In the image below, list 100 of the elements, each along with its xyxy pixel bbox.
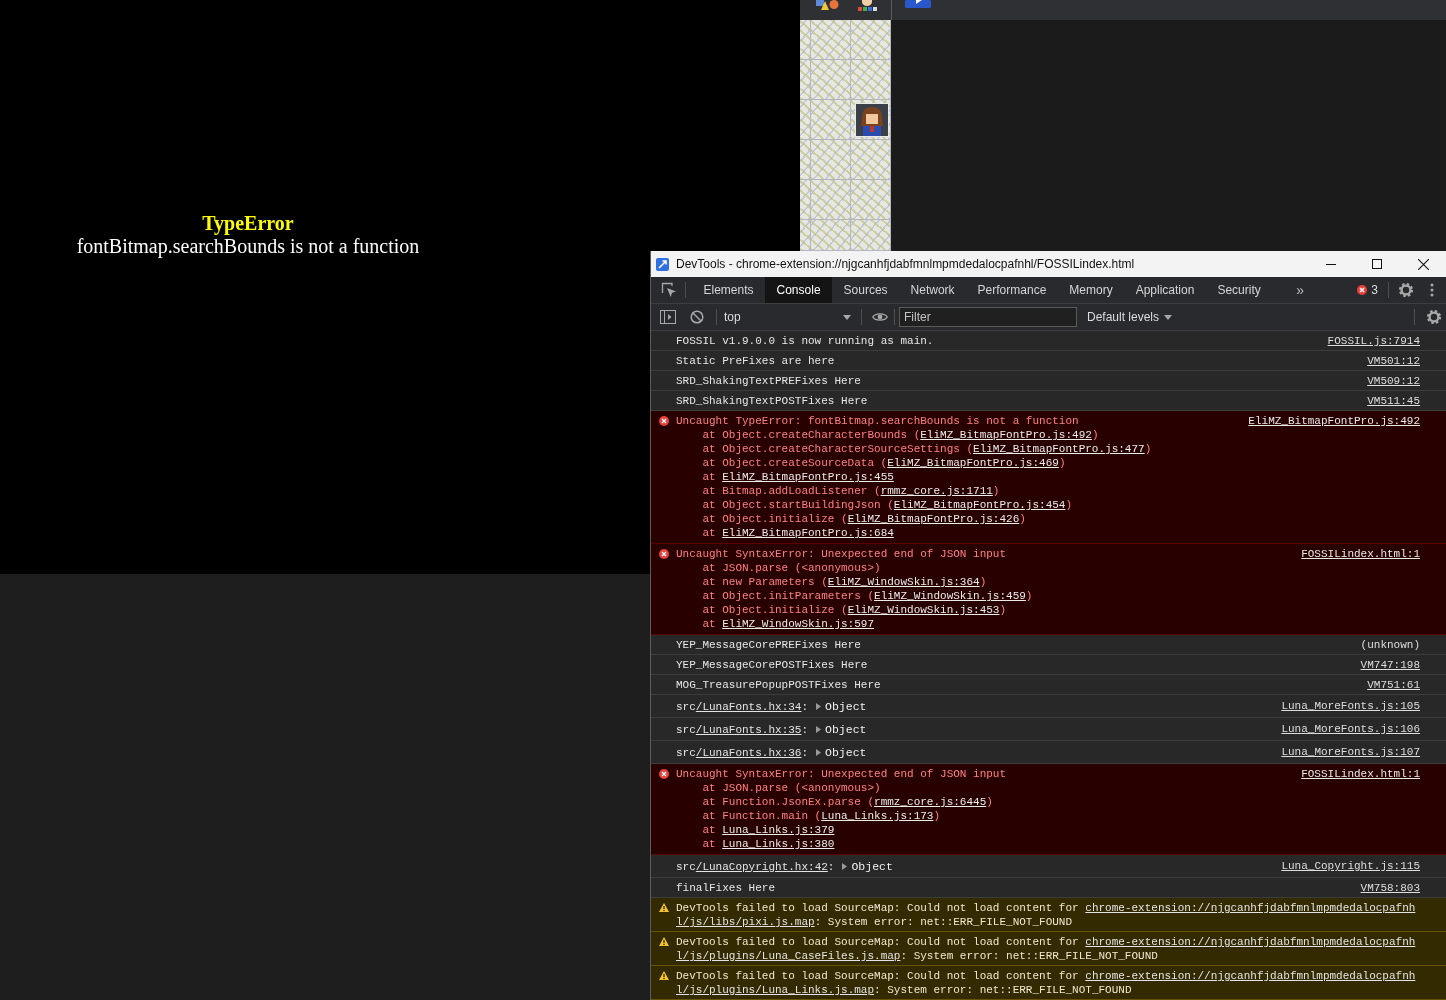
error-text: Uncaught SyntaxError: Unexpected end of JSON input bbox=[676, 547, 1007, 561]
source-map-link[interactable]: chrome-extension://njgcanhfjdabfmnlmpmdedalocpafnh bbox=[1085, 936, 1416, 948]
stack-link[interactable]: Luna_Links.js:380 bbox=[722, 838, 835, 850]
source-map-link[interactable]: chrome-extension://njgcanhfjdabfmnlmpmdedalocpafnh bbox=[1085, 902, 1416, 914]
source-link[interactable]: EliMZ_BitmapFontPro.js:492 bbox=[1248, 415, 1420, 427]
error-icon bbox=[1357, 285, 1368, 295]
filter-field[interactable]: Filter bbox=[899, 307, 1077, 327]
source-link[interactable]: VM747:198 bbox=[1360, 659, 1420, 671]
source-link[interactable]: Luna_MoreFonts.js:105 bbox=[1281, 700, 1420, 712]
play-icon[interactable] bbox=[905, 0, 931, 8]
panel-tab[interactable]: Application bbox=[1124, 277, 1206, 303]
floor-tile bbox=[800, 220, 811, 251]
stack-frame: at Function.main (Luna_Links.js:173) bbox=[676, 809, 941, 823]
source-link[interactable]: Luna_Copyright.js:115 bbox=[1281, 860, 1420, 872]
stack-frame: at Bitmap.addLoadListener (rmmz_core.js:1711) bbox=[676, 484, 1000, 498]
log-text: FOSSIL v1.9.0.0 is now running as main. bbox=[676, 334, 934, 348]
log-levels-dropdown[interactable]: Default levels bbox=[1082, 304, 1178, 330]
panel-tab[interactable]: Security bbox=[1205, 277, 1273, 303]
object-toggle[interactable]: Object bbox=[842, 859, 893, 874]
error-message: fontBitmap.searchBounds is not a function bbox=[76, 235, 420, 258]
source-link[interactable]: VM758:803 bbox=[1360, 882, 1420, 894]
stack-link[interactable]: EliMZ_BitmapFontPro.js:455 bbox=[722, 471, 894, 483]
stack-link[interactable]: EliMZ_BitmapFontPro.js:426 bbox=[847, 513, 1020, 525]
object-toggle[interactable]: Object bbox=[816, 745, 867, 760]
log-location: src/LunaFonts.hx:36: bbox=[676, 745, 809, 760]
close-icon bbox=[1417, 258, 1429, 270]
floor-tile bbox=[811, 140, 851, 180]
error-icon bbox=[659, 769, 669, 779]
stack-link[interactable]: Luna_Links.js:379 bbox=[722, 824, 835, 836]
panel-tab[interactable]: Sources bbox=[832, 277, 900, 303]
source-map-link[interactable]: l/js/libs/pixi.js.map bbox=[676, 916, 815, 928]
shapes-icon[interactable] bbox=[815, 0, 840, 10]
log-location: src/LunaFonts.hx:34: bbox=[676, 699, 809, 714]
file-link[interactable]: /LunaFonts.hx:34 bbox=[695, 700, 802, 713]
error-text: Uncaught TypeError: fontBitmap.searchBounds is not a function bbox=[676, 414, 1079, 428]
expand-triangle-icon bbox=[842, 863, 848, 870]
stack-frame: at JSON.parse (<anonymous>) bbox=[676, 781, 881, 795]
source-link[interactable]: VM751:61 bbox=[1367, 679, 1420, 691]
caret-icon bbox=[843, 314, 851, 320]
source-link[interactable]: FOSSILindex.html:1 bbox=[1301, 768, 1420, 780]
panel-tab[interactable]: Elements bbox=[692, 277, 766, 303]
floor-tile bbox=[811, 20, 851, 60]
file-link[interactable]: /LunaFonts.hx:35 bbox=[695, 723, 802, 736]
log-text: SRD_ShakingTextPREFixes Here bbox=[676, 374, 861, 388]
source-map-link[interactable]: l/js/plugins/Luna_Links.js.map bbox=[676, 984, 875, 996]
stack-link[interactable]: EliMZ_BitmapFontPro.js:477 bbox=[973, 443, 1145, 455]
source-link[interactable]: VM511:45 bbox=[1367, 395, 1420, 407]
caret-icon bbox=[1164, 314, 1173, 320]
stack-link[interactable]: EliMZ_WindowSkin.js:459 bbox=[874, 590, 1026, 602]
stack-link[interactable]: EliMZ_BitmapFontPro.js:492 bbox=[920, 429, 1092, 441]
stack-link[interactable]: rmmz_core.js:1711 bbox=[880, 485, 993, 497]
object-toggle[interactable]: Object bbox=[816, 722, 867, 737]
source-link[interactable]: FOSSIL.js:7914 bbox=[1327, 335, 1420, 347]
stack-link[interactable]: EliMZ_WindowSkin.js:597 bbox=[722, 618, 875, 630]
panel-tab[interactable]: Performance bbox=[966, 277, 1058, 303]
panel-tab[interactable]: Network bbox=[899, 277, 967, 303]
panel-tab[interactable]: Memory bbox=[1057, 277, 1125, 303]
warning-text: DevTools failed to load SourceMap: Could not load content for chrome-extension://njgcanhfjdabfmnlmpmdedalocpafnh l/js/libs/pixi.js.map: System error: net::ERR_FILE_NOT_FOUND bbox=[676, 902, 1416, 928]
stack-link[interactable]: rmmz_core.js:6445 bbox=[874, 796, 987, 808]
file-link[interactable]: /LunaFonts.hx:36 bbox=[695, 746, 802, 759]
stack-link[interactable]: EliMZ_BitmapFontPro.js:469 bbox=[887, 457, 1059, 469]
log-text: YEP_MessageCorePOSTFixes Here bbox=[676, 658, 868, 672]
stack-frame: at Luna_Links.js:380 bbox=[676, 837, 835, 851]
stack-link[interactable]: EliMZ_WindowSkin.js:364 bbox=[827, 576, 980, 588]
warning-icon bbox=[659, 937, 669, 946]
error-count-button[interactable]: 3 bbox=[1349, 277, 1383, 303]
more-tabs-button[interactable]: » bbox=[1290, 277, 1311, 303]
source-link[interactable]: Luna_MoreFonts.js:107 bbox=[1281, 746, 1420, 758]
source-map-link[interactable]: l/js/plugins/Luna_CaseFiles.js.map bbox=[676, 950, 901, 962]
floor-tile bbox=[811, 220, 851, 251]
source-link[interactable]: Luna_MoreFonts.js:106 bbox=[1281, 723, 1420, 735]
panel-tab[interactable]: Console bbox=[765, 277, 833, 303]
source-link[interactable]: VM501:12 bbox=[1367, 355, 1420, 367]
floor-tile bbox=[851, 20, 891, 60]
object-toggle[interactable]: Object bbox=[816, 699, 867, 714]
warning-text: DevTools failed to load SourceMap: Could not load content for chrome-extension://njgcanhfjdabfmnlmpmdedalocpafnh l/js/plugins/Luna_Links.js.map: System error: net::ERR_FILE_NOT_FOUND bbox=[676, 970, 1416, 996]
context-dropdown[interactable]: top bbox=[719, 304, 857, 330]
error-text: Uncaught SyntaxError: Unexpected end of JSON input bbox=[676, 767, 1007, 781]
floor-tile bbox=[811, 60, 851, 100]
stack-frame: at EliMZ_BitmapFontPro.js:455 bbox=[676, 470, 894, 484]
stack-frame: at Object.createCharacterBounds (EliMZ_BitmapFontPro.js:492) bbox=[676, 428, 1099, 442]
settings-icon bbox=[1398, 282, 1414, 298]
stack-frame: at JSON.parse (<anonymous>) bbox=[676, 561, 881, 575]
floor-tile bbox=[851, 220, 891, 251]
sidebar-icon bbox=[660, 310, 676, 324]
character-palette-icon[interactable] bbox=[855, 0, 879, 12]
log-location: src/LunaFonts.hx:35: bbox=[676, 722, 809, 737]
stack-link[interactable]: EliMZ_BitmapFontPro.js:684 bbox=[722, 527, 894, 539]
stack-link[interactable]: EliMZ_BitmapFontPro.js:454 bbox=[893, 499, 1066, 511]
file-link[interactable]: /LunaCopyright.hx:42 bbox=[695, 860, 828, 873]
source-link[interactable]: FOSSILindex.html:1 bbox=[1301, 548, 1420, 560]
source-link[interactable]: VM509:12 bbox=[1367, 375, 1420, 387]
vertical-dots-icon bbox=[1430, 283, 1434, 297]
floor-tile bbox=[800, 20, 811, 60]
error-icon bbox=[659, 416, 669, 426]
source-label: (unknown) bbox=[1360, 639, 1420, 651]
source-map-link[interactable]: chrome-extension://njgcanhfjdabfmnlmpmdedalocpafnh bbox=[1085, 970, 1416, 982]
stack-link[interactable]: EliMZ_WindowSkin.js:453 bbox=[847, 604, 1000, 616]
minimize-icon bbox=[1326, 263, 1336, 265]
stack-link[interactable]: Luna_Links.js:173 bbox=[821, 810, 934, 822]
